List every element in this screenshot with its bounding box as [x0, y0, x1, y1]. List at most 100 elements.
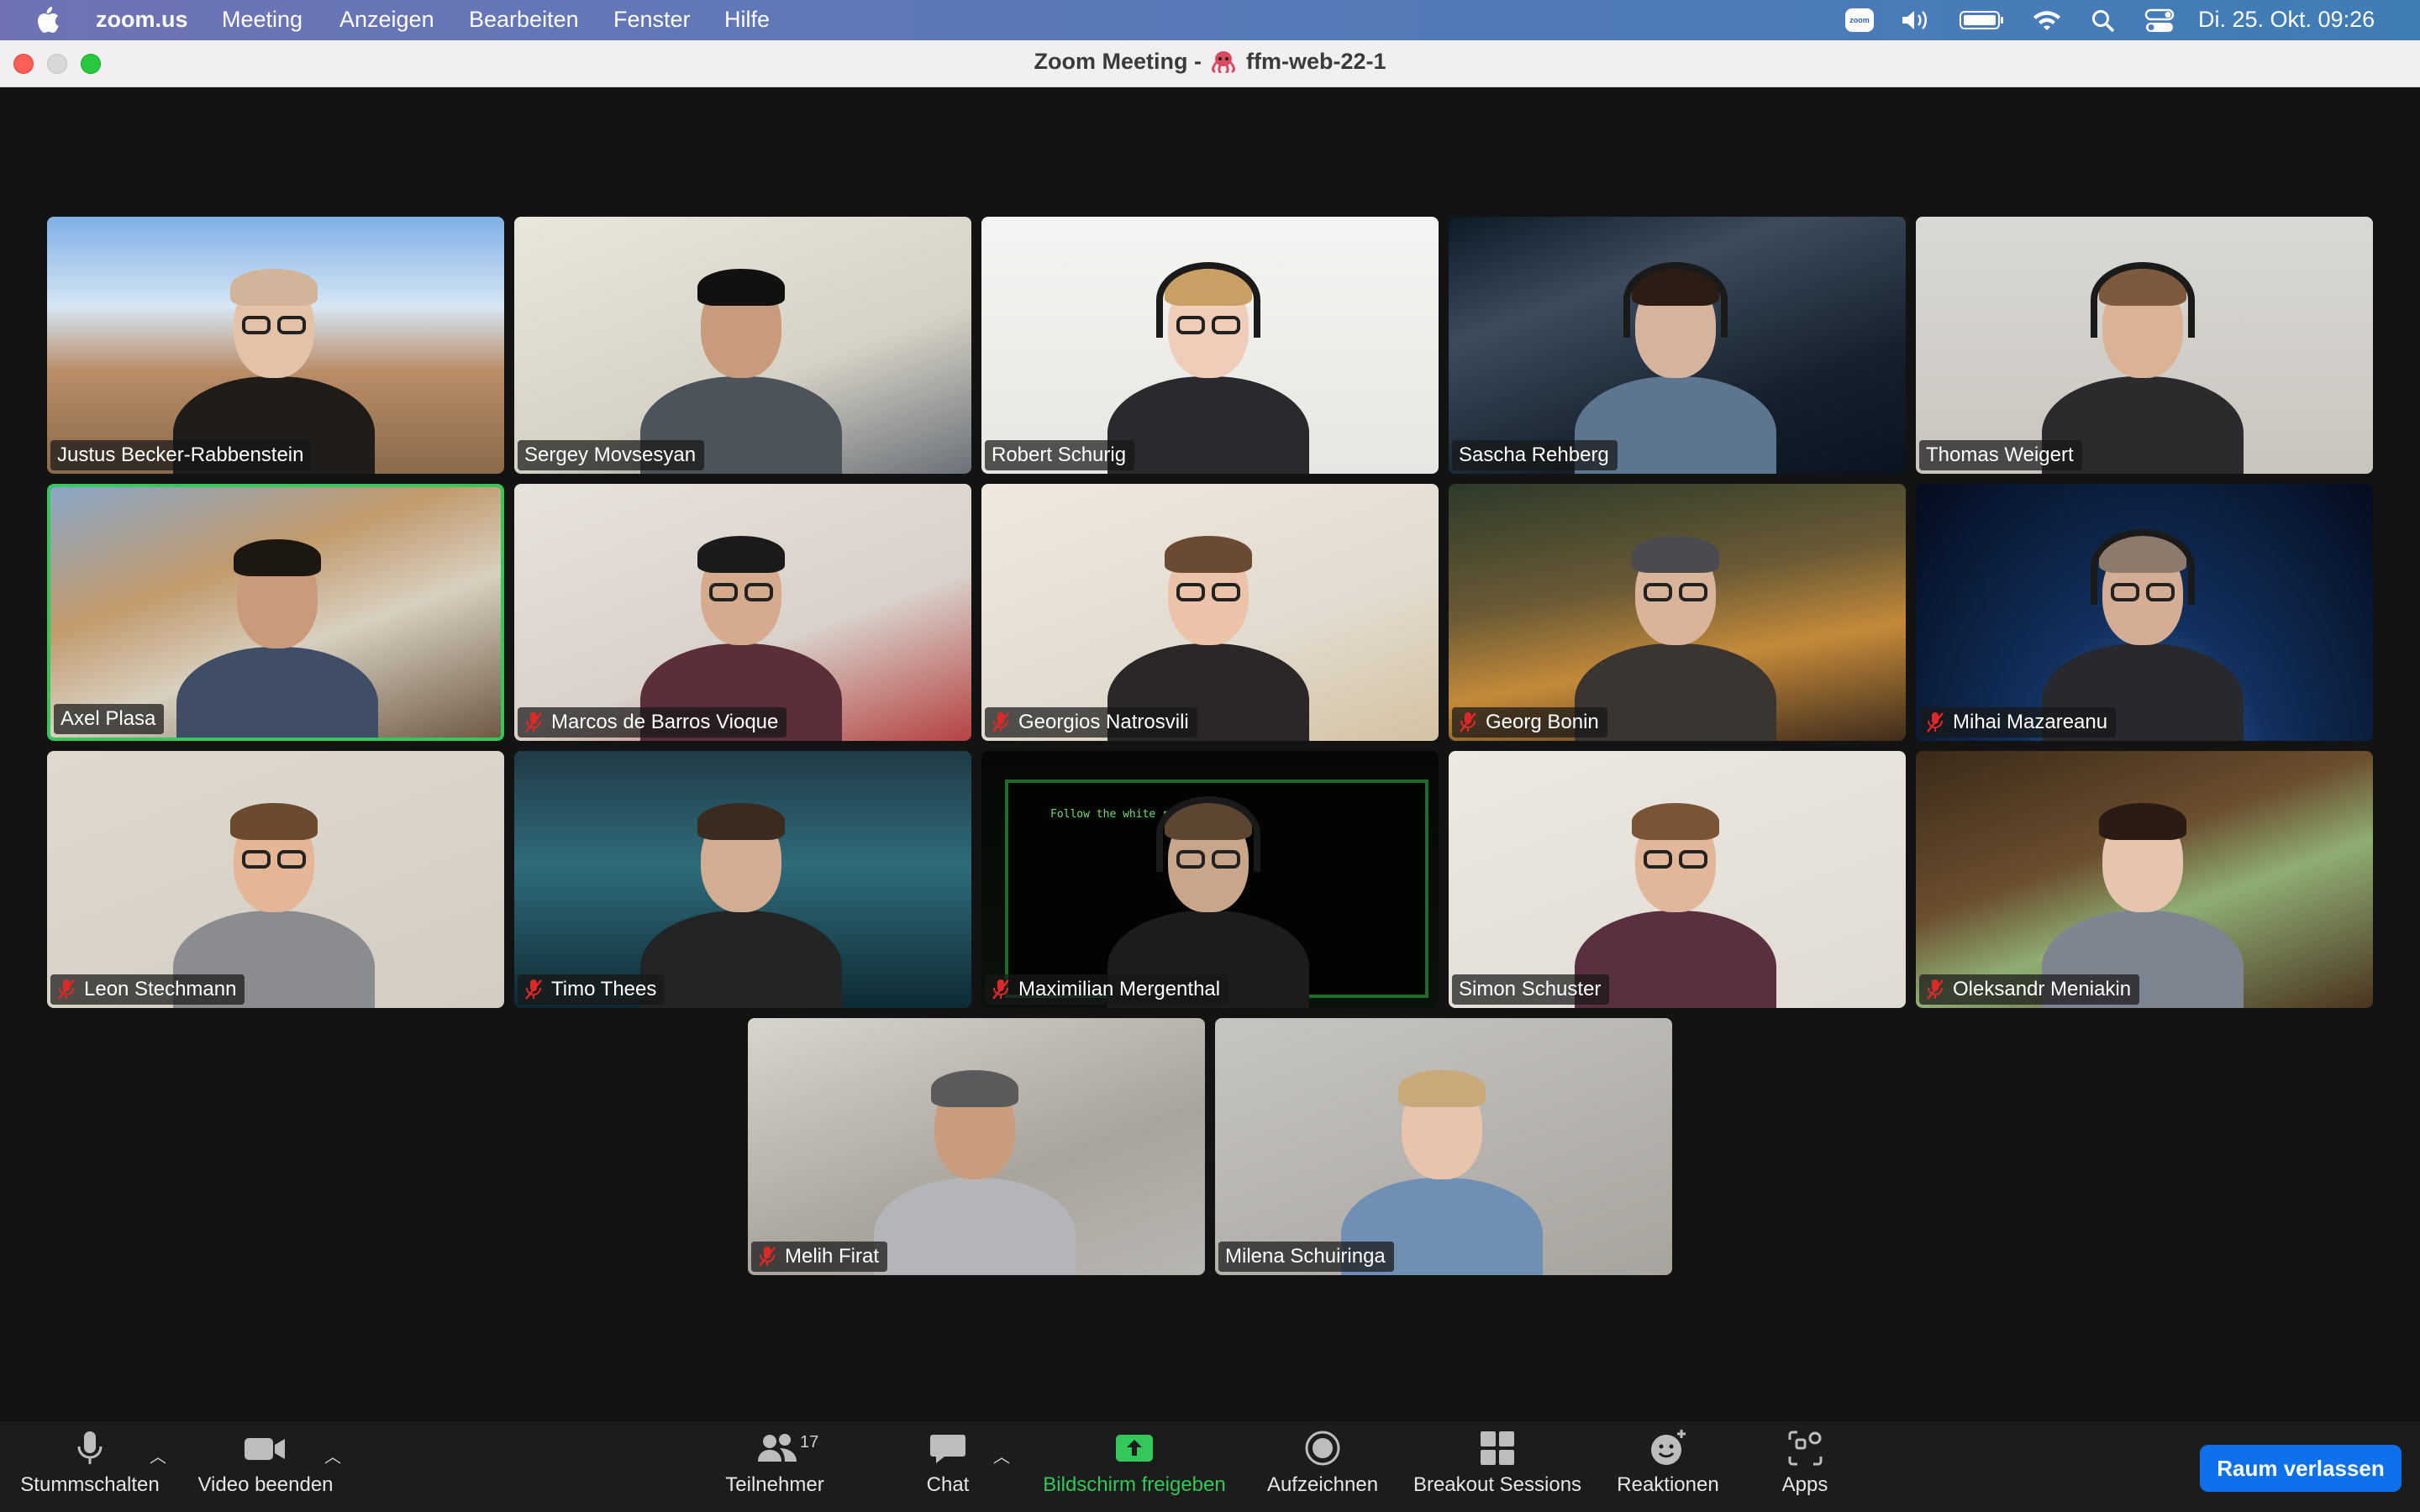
- muted-microphone-icon: [525, 712, 542, 732]
- participant-video: [1449, 751, 1906, 1008]
- participant-name: Sergey Movsesyan: [524, 444, 697, 466]
- chat-options-chevron-up-icon[interactable]: ︿: [993, 1443, 1010, 1467]
- muted-microphone-icon: [1927, 712, 1944, 732]
- share-screen-arrow-up-icon: [1116, 1435, 1153, 1462]
- menu-fenster[interactable]: Fenster: [613, 7, 691, 33]
- muted-microphone-icon: [525, 979, 542, 1000]
- participant-video: [47, 217, 504, 474]
- muted-microphone-icon: [58, 979, 75, 1000]
- participant-name-label: Thomas Weigert: [1919, 440, 2082, 470]
- stop-video-button-label: Video beenden: [197, 1473, 334, 1496]
- participant-tile[interactable]: Sascha Rehberg: [1449, 217, 1906, 474]
- participant-tile[interactable]: Melih Firat: [748, 1018, 1205, 1275]
- menu-hilfe[interactable]: Hilfe: [724, 7, 770, 33]
- chat-bubble-icon: [930, 1435, 965, 1463]
- video-options-chevron-up-icon[interactable]: ︿: [324, 1443, 341, 1467]
- participant-video: [748, 1018, 1205, 1275]
- microphone-icon: [77, 1431, 103, 1464]
- participant-tile[interactable]: Marcos de Barros Vioque: [514, 484, 971, 741]
- window-title-prefix: Zoom Meeting -: [1034, 49, 1202, 74]
- participant-tile[interactable]: Milena Schuiringa: [1215, 1018, 1672, 1275]
- participant-video: [47, 751, 504, 1008]
- participants-icon: [758, 1434, 797, 1462]
- participant-name: Georgios Natrosvili: [1018, 711, 1189, 733]
- participant-name: Sascha Rehberg: [1459, 444, 1609, 466]
- participant-name-label: Axel Plasa: [54, 704, 165, 734]
- participant-name: Axel Plasa: [60, 707, 156, 730]
- apple-logo-icon[interactable]: [34, 5, 60, 35]
- muted-microphone-icon: [992, 979, 1009, 1000]
- participant-tile[interactable]: Georgios Natrosvili: [981, 484, 1439, 741]
- macos-menu-bar: zoom.us Meeting Anzeigen Bearbeiten Fens…: [0, 0, 2420, 40]
- record-button-label: Aufzeichnen: [1266, 1473, 1379, 1496]
- participant-tile[interactable]: Timo Thees: [514, 751, 971, 1008]
- app-menu-zoom[interactable]: zoom.us: [96, 7, 188, 33]
- participant-name: Georg Bonin: [1486, 711, 1599, 733]
- participant-name: Robert Schurig: [992, 444, 1127, 466]
- participant-name: Timo Thees: [551, 978, 657, 1000]
- share-screen-button[interactable]: Bildschirm freigeben: [1032, 1428, 1237, 1497]
- participant-name-label: Georg Bonin: [1452, 707, 1607, 738]
- battery-icon[interactable]: [1960, 10, 2005, 30]
- octopus-emoji-icon: [1212, 51, 1236, 74]
- participant-name-label: Georgios Natrosvili: [985, 707, 1197, 738]
- volume-icon[interactable]: [1901, 8, 1934, 32]
- mute-button-label: Stummschalten: [20, 1473, 160, 1496]
- apps-button-label: Apps: [1781, 1473, 1828, 1496]
- menu-bearbeiten[interactable]: Bearbeiten: [469, 7, 579, 33]
- participant-tile[interactable]: Thomas Weigert: [1916, 217, 2373, 474]
- chat-button-label: Chat: [926, 1473, 970, 1496]
- window-title: Zoom Meeting - ffm-web-22-1: [0, 49, 2420, 75]
- participant-video: [981, 751, 1439, 1008]
- participant-video: [514, 484, 971, 741]
- mute-button[interactable]: Stummschalten: [17, 1428, 163, 1497]
- record-button[interactable]: Aufzeichnen: [1257, 1428, 1388, 1497]
- stop-video-button[interactable]: Video beenden: [190, 1428, 341, 1497]
- participant-tile[interactable]: Leon Stechmann: [47, 751, 504, 1008]
- audio-options-chevron-up-icon[interactable]: ︿: [150, 1443, 166, 1467]
- participant-video: [1215, 1018, 1672, 1275]
- chat-button[interactable]: Chat: [906, 1428, 990, 1497]
- control-center-icon[interactable]: [2144, 8, 2175, 34]
- wifi-icon[interactable]: [2032, 8, 2062, 32]
- smiley-reaction-icon: [1651, 1430, 1686, 1465]
- participant-name-label: Marcos de Barros Vioque: [518, 707, 787, 738]
- participant-tile[interactable]: Sergey Movsesyan: [514, 217, 971, 474]
- spotlight-search-icon[interactable]: [2091, 8, 2116, 34]
- menu-meeting[interactable]: Meeting: [222, 7, 302, 33]
- participant-video: [1449, 217, 1906, 474]
- participant-name-label: Sergey Movsesyan: [518, 440, 705, 470]
- breakout-sessions-button[interactable]: Breakout Sessions: [1405, 1428, 1590, 1497]
- participant-video: [981, 484, 1439, 741]
- participant-tile[interactable]: Justus Becker-Rabbenstein: [47, 217, 504, 474]
- participant-tile[interactable]: Axel Plasa: [47, 484, 504, 741]
- participant-name: Marcos de Barros Vioque: [551, 711, 779, 733]
- participants-button[interactable]: 17 Teilnehmer: [716, 1428, 834, 1497]
- participant-tile[interactable]: Robert Schurig: [981, 217, 1439, 474]
- participant-video: [1916, 217, 2373, 474]
- reactions-button-label: Reaktionen: [1617, 1473, 1719, 1496]
- participant-tile[interactable]: Oleksandr Meniakin: [1916, 751, 2373, 1008]
- participant-video: [514, 751, 971, 1008]
- leave-meeting-button[interactable]: Raum verlassen: [2200, 1445, 2402, 1492]
- apps-button[interactable]: Apps: [1763, 1428, 1847, 1497]
- muted-microphone-icon: [992, 712, 1009, 732]
- reactions-button[interactable]: Reaktionen: [1605, 1428, 1731, 1497]
- participant-tile[interactable]: Follow the white rabbit Maximilian Mergen…: [981, 751, 1439, 1008]
- window-title-meeting-id: ffm-web-22-1: [1245, 49, 1386, 74]
- muted-microphone-icon: [759, 1247, 776, 1267]
- menubar-clock[interactable]: Di. 25. Okt. 09:26: [2198, 7, 2375, 33]
- participant-tile[interactable]: Mihai Mazareanu: [1916, 484, 2373, 741]
- breakout-sessions-button-label: Breakout Sessions: [1413, 1473, 1582, 1496]
- menu-anzeigen[interactable]: Anzeigen: [339, 7, 434, 33]
- participant-name-label: Maximilian Mergenthal: [985, 974, 1229, 1005]
- participant-video: [1449, 484, 1906, 741]
- participants-count-badge: 17: [800, 1433, 819, 1452]
- zoom-icon[interactable]: zoom: [1845, 8, 1874, 32]
- share-screen-button-label: Bildschirm freigeben: [1043, 1473, 1226, 1496]
- participant-video: [1916, 484, 2373, 741]
- participant-tile[interactable]: Simon Schuster: [1449, 751, 1906, 1008]
- participant-name: Leon Stechmann: [84, 978, 237, 1000]
- participant-tile[interactable]: Georg Bonin: [1449, 484, 1906, 741]
- participant-name-label: Milena Schuiringa: [1218, 1242, 1394, 1272]
